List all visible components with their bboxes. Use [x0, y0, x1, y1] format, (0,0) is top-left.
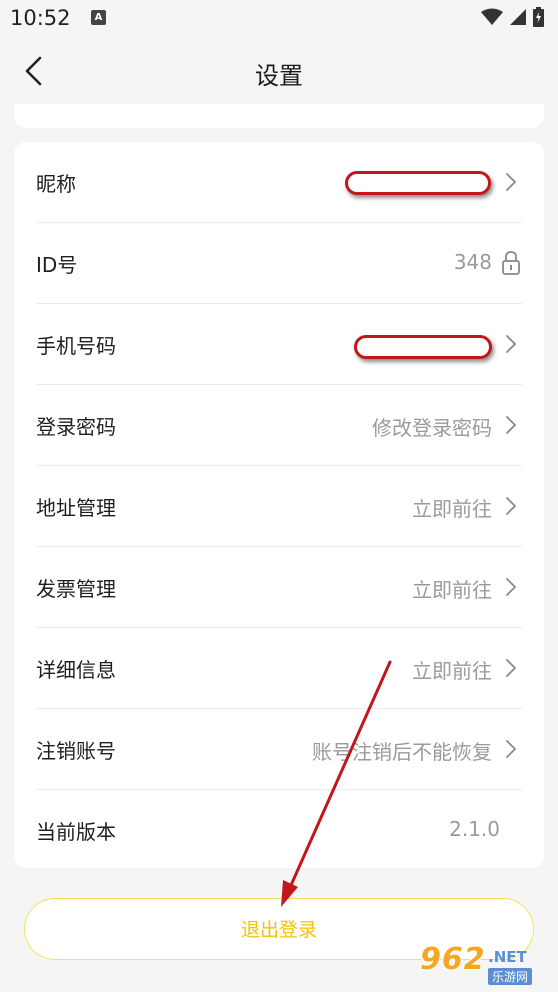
previous-card-edge — [14, 104, 544, 128]
row-value: 立即前往 — [412, 659, 492, 683]
settings-row-version: 当前版本 2.1.0 — [36, 790, 522, 868]
row-value: 348 — [453, 250, 492, 274]
page-title: 设置 — [255, 62, 303, 90]
status-icons — [481, 7, 544, 27]
row-label: 昵称 — [36, 172, 76, 196]
row-label: 发票管理 — [36, 577, 116, 601]
settings-row-nickname[interactable]: 昵称 — [36, 142, 522, 223]
notification-icon: A — [91, 10, 106, 25]
row-value: 立即前往 — [412, 578, 492, 602]
row-label: 当前版本 — [36, 820, 116, 844]
row-value: 立即前往 — [412, 497, 492, 521]
wifi-icon — [481, 8, 503, 25]
row-label: 地址管理 — [36, 496, 116, 520]
chevron-right-icon — [506, 659, 516, 677]
chevron-right-icon — [506, 497, 516, 515]
status-time: 10:52 — [10, 6, 71, 30]
row-value: 修改登录密码 — [372, 416, 492, 440]
chevron-right-icon — [506, 335, 516, 353]
chevron-right-icon — [506, 173, 516, 191]
chevron-right-icon — [506, 578, 516, 596]
watermark-domain: .NET — [488, 948, 527, 966]
settings-row-details[interactable]: 详细信息 立即前往 — [36, 628, 522, 709]
settings-row-address[interactable]: 地址管理 立即前往 — [36, 466, 522, 547]
lock-icon — [502, 251, 520, 275]
settings-row-password[interactable]: 登录密码 修改登录密码 — [36, 385, 522, 466]
row-label: 登录密码 — [36, 415, 116, 439]
row-value: 2.1.0 — [449, 817, 500, 841]
battery-icon — [533, 7, 544, 27]
row-label: ID号 — [36, 253, 78, 277]
watermark-number: 962 — [420, 942, 486, 977]
settings-card: 昵称 ID号 348 手机号码 登录密码 修改登录密码 地址管理 立即前往 发票… — [14, 142, 544, 868]
row-label: 手机号码 — [36, 334, 116, 358]
watermark-logo: 962 .NET 乐游网 — [402, 942, 552, 990]
signal-icon — [510, 9, 526, 25]
header: 设置 — [0, 38, 558, 104]
redaction-mark — [354, 335, 492, 359]
status-bar: 10:52 A — [0, 0, 558, 38]
redaction-mark — [345, 171, 491, 195]
watermark-site-name: 乐游网 — [488, 968, 533, 985]
row-value: 账号注销后不能恢复 — [312, 740, 492, 764]
chevron-right-icon — [506, 740, 516, 758]
row-label: 注销账号 — [36, 739, 116, 763]
settings-row-invoice[interactable]: 发票管理 立即前往 — [36, 547, 522, 628]
chevron-right-icon — [506, 416, 516, 434]
settings-row-id: ID号 348 — [36, 223, 522, 304]
settings-row-phone[interactable]: 手机号码 — [36, 304, 522, 385]
settings-row-delete-account[interactable]: 注销账号 账号注销后不能恢复 — [36, 709, 522, 790]
row-label: 详细信息 — [36, 658, 116, 682]
